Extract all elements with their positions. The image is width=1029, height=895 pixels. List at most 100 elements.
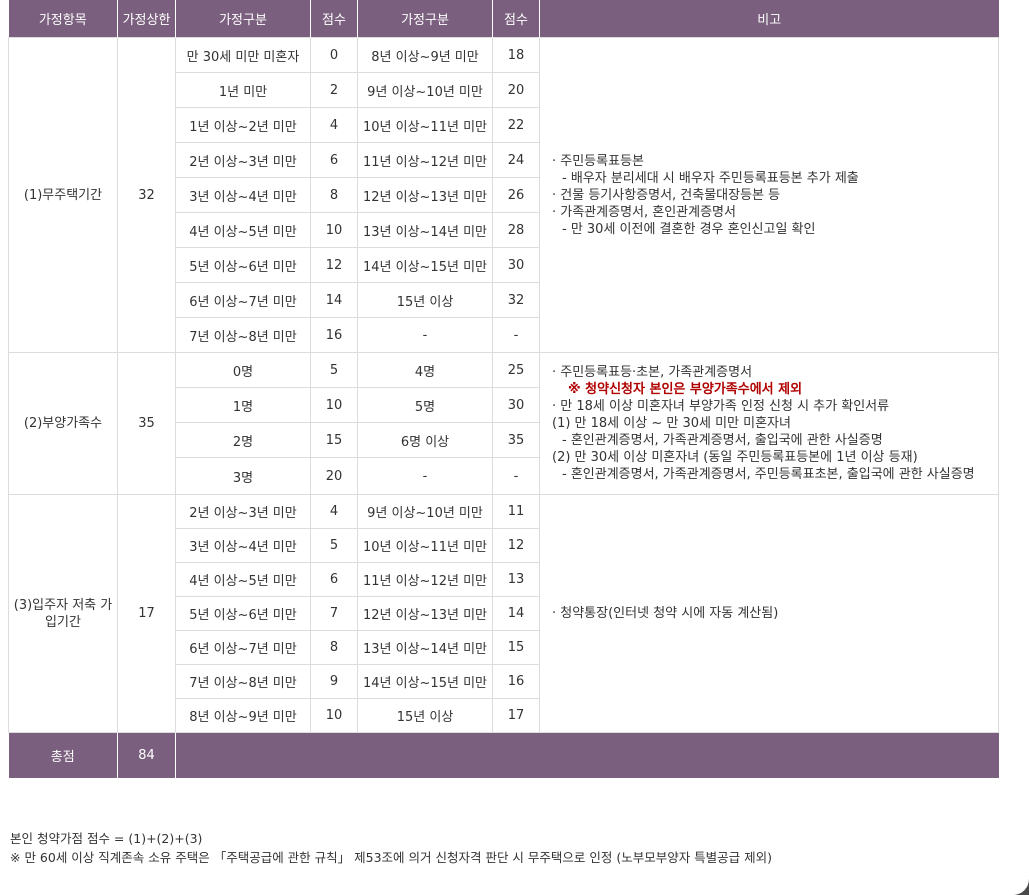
score-left: 9: [310, 664, 358, 699]
score-right: -: [492, 457, 540, 495]
item-name: (1)무주택기간: [8, 37, 118, 353]
score-left: 16: [310, 317, 358, 353]
range-left: 2년 이상~3년 미만: [175, 142, 311, 178]
range-right: 11년 이상~12년 미만: [357, 562, 493, 597]
score-right: 16: [492, 664, 540, 699]
content-card: 가정항목 가정상한 가정구분 점수 가정구분 점수 비고 (1)무주택기간 32 만…: [0, 0, 1029, 895]
score-left: 8: [310, 177, 358, 213]
range-left: 3명: [175, 457, 311, 495]
score-right: 25: [492, 352, 540, 388]
range-right: 13년 이상~14년 미만: [357, 212, 493, 248]
remark-line: · 가족관계증명서, 혼인관계증명서: [552, 204, 736, 220]
remark-line: - 배우자 분리세대 시 배우자 주민등록표등본 추가 제출: [562, 170, 859, 186]
range-left: 0명: [175, 352, 311, 388]
total-label: 총점: [8, 732, 118, 778]
range-left: 5년 이상~6년 미만: [175, 596, 311, 631]
range-right: 12년 이상~13년 미만: [357, 596, 493, 631]
range-left: 8년 이상~9년 미만: [175, 698, 311, 733]
range-right: 14년 이상~15년 미만: [357, 664, 493, 699]
table-body: (1)무주택기간 32 만 30세 미만 미혼자 0 8년 이상~9년 미만 18 · 주민…: [8, 37, 999, 733]
range-right: 9년 이상~10년 미만: [357, 494, 493, 529]
header-cell: 비고: [539, 0, 999, 38]
score-right: 14: [492, 596, 540, 631]
score-left: 6: [310, 562, 358, 597]
range-left: 2년 이상~3년 미만: [175, 494, 311, 529]
footnote: ※ 만 60세 이상 직계존속 소유 주택은 「주택공급에 관한 규칙」 제53…: [10, 850, 773, 865]
remark-line: · 청약통장(인터넷 청약 시에 자동 계산됨): [552, 606, 779, 621]
score-right: 26: [492, 177, 540, 213]
range-right: 6명 이상: [357, 422, 493, 458]
range-left: 2명: [175, 422, 311, 458]
table-row: (2)부양가족수 35 0명 5 4명 25 · 주민등록표등·초본, 가족관계증명서 ※ 청…: [8, 352, 999, 495]
score-left: 4: [310, 494, 358, 529]
total-value: 84: [117, 732, 176, 778]
score-table: 가정항목 가정상한 가정구분 점수 가정구분 점수 비고 (1)무주택기간 32 만…: [8, 0, 999, 778]
range-right: 10년 이상~11년 미만: [357, 528, 493, 563]
range-left: 4년 이상~5년 미만: [175, 212, 311, 248]
range-left: 7년 이상~8년 미만: [175, 317, 311, 353]
total-filler: [175, 732, 999, 778]
remark-line: - 혼인관계증명서, 가족관계증명서, 주민등록표초본, 출입국에 관한 사실증…: [562, 467, 975, 482]
range-left: 7년 이상~8년 미만: [175, 664, 311, 699]
score-right: 30: [492, 387, 540, 423]
score-left: 10: [310, 387, 358, 423]
range-left: 3년 이상~4년 미만: [175, 177, 311, 213]
range-left: 6년 이상~7년 미만: [175, 282, 311, 318]
score-left: 14: [310, 282, 358, 318]
remarks: · 청약통장(인터넷 청약 시에 자동 계산됨): [539, 494, 999, 733]
table-row: (1)무주택기간 32 만 30세 미만 미혼자 0 8년 이상~9년 미만 18 · 주민…: [8, 37, 999, 353]
remark-line: · 주민등록표등본: [552, 153, 644, 169]
range-left: 4년 이상~5년 미만: [175, 562, 311, 597]
score-left: 12: [310, 247, 358, 283]
item-name: (3)입주자 저축 가입기간: [8, 494, 118, 733]
score-right: 20: [492, 72, 540, 108]
remark-line: · 건물 등기사항증명서, 건축물대장등본 등: [552, 187, 781, 203]
range-right: 9년 이상~10년 미만: [357, 72, 493, 108]
score-right: 22: [492, 107, 540, 143]
score-right: 18: [492, 37, 540, 73]
score-left: 5: [310, 352, 358, 388]
range-left: 1명: [175, 387, 311, 423]
item-name: (2)부양가족수: [8, 352, 118, 495]
item-cap: 17: [117, 494, 176, 733]
score-left: 6: [310, 142, 358, 178]
range-left: 6년 이상~7년 미만: [175, 630, 311, 665]
header-row: 가정항목 가정상한 가정구분 점수 가정구분 점수 비고: [8, 0, 999, 38]
score-right: 35: [492, 422, 540, 458]
remarks: · 주민등록표등본 - 배우자 분리세대 시 배우자 주민등록표등본 추가 제출 ·…: [539, 37, 999, 353]
item-cap: 32: [117, 37, 176, 353]
score-right: 30: [492, 247, 540, 283]
item-cap: 35: [117, 352, 176, 495]
remark-line: (1) 만 18세 이상 ~ 만 30세 미만 미혼자녀: [552, 416, 791, 431]
range-left: 1년 미만: [175, 72, 311, 108]
score-right: 24: [492, 142, 540, 178]
score-left: 7: [310, 596, 358, 631]
remark-line: - 혼인관계증명서, 가족관계증명서, 출입국에 관한 사실증명: [562, 433, 883, 448]
footnote: 본인 청약가점 점수 = (1)+(2)+(3): [10, 831, 203, 846]
footnotes: 본인 청약가점 점수 = (1)+(2)+(3) ※ 만 60세 이상 직계존속…: [10, 829, 772, 867]
score-left: 10: [310, 212, 358, 248]
score-left: 0: [310, 37, 358, 73]
score-right: 17: [492, 698, 540, 733]
score-left: 20: [310, 457, 358, 495]
header-cell: 가정항목: [8, 0, 118, 38]
score-left: 4: [310, 107, 358, 143]
score-right: 32: [492, 282, 540, 318]
range-right: 12년 이상~13년 미만: [357, 177, 493, 213]
range-right: 5명: [357, 387, 493, 423]
score-left: 10: [310, 698, 358, 733]
range-right: 13년 이상~14년 미만: [357, 630, 493, 665]
score-left: 8: [310, 630, 358, 665]
total-row: 총점 84: [8, 732, 999, 778]
range-right: 15년 이상: [357, 282, 493, 318]
header-cell: 가정구분: [175, 0, 311, 38]
remark-line: · 만 18세 이상 미혼자녀 부양가족 인정 신청 시 추가 확인서류: [552, 399, 890, 414]
score-left: 15: [310, 422, 358, 458]
range-right: -: [357, 457, 493, 495]
remark-line: · 주민등록표등·초본, 가족관계증명서: [552, 365, 753, 380]
score-right: 11: [492, 494, 540, 529]
range-left: 5년 이상~6년 미만: [175, 247, 311, 283]
range-right: 8년 이상~9년 미만: [357, 37, 493, 73]
remark-line: - 만 30세 이전에 결혼한 경우 혼인신고일 확인: [562, 221, 816, 237]
remarks: · 주민등록표등·초본, 가족관계증명서 ※ 청약신청자 본인은 부양가족수에서 …: [539, 352, 999, 495]
